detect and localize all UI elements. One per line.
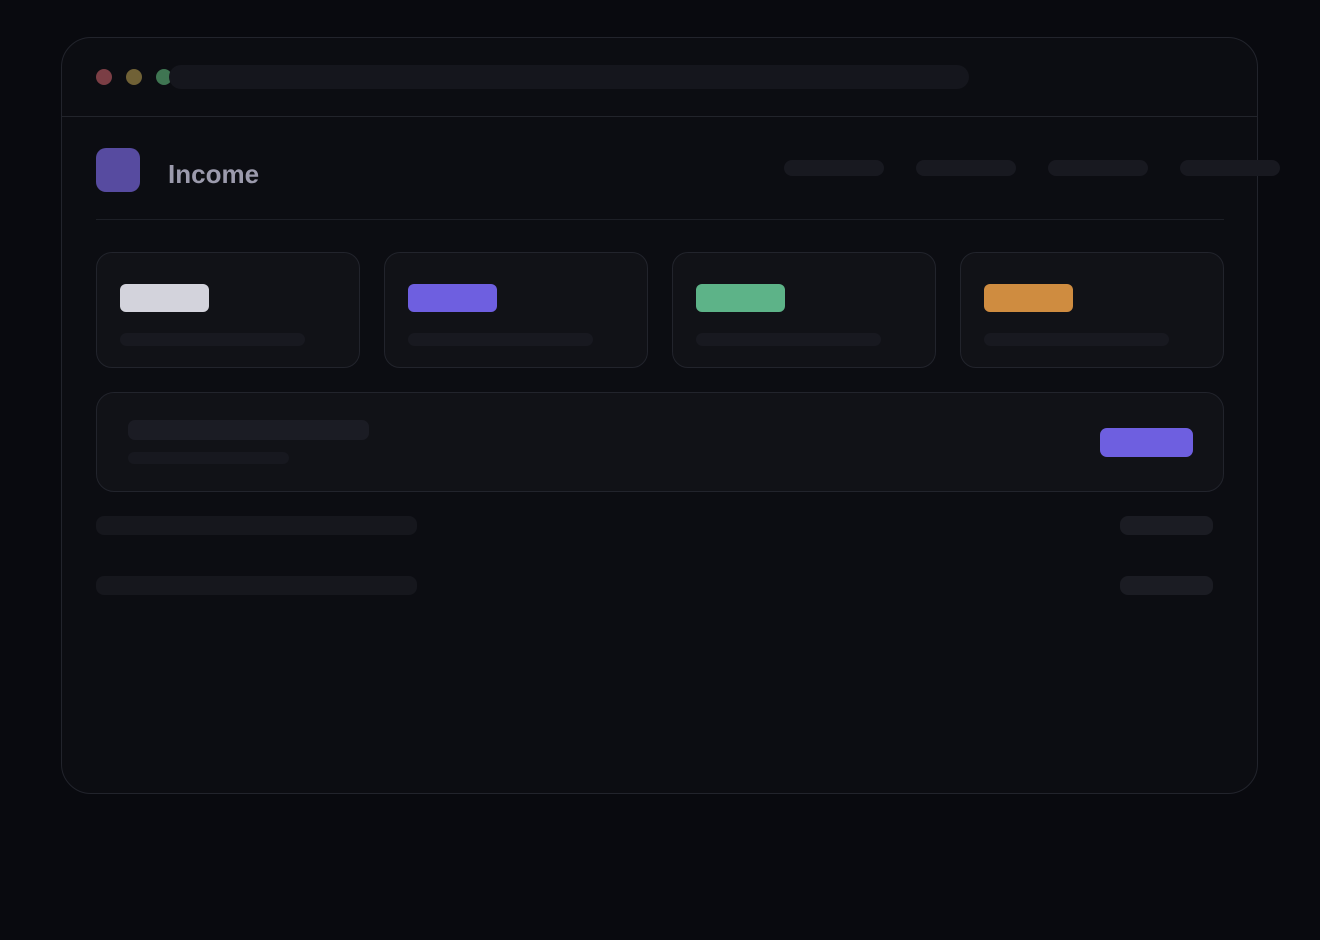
list-row-label	[96, 516, 417, 535]
minimize-window-button[interactable]	[126, 69, 142, 85]
stat-card	[96, 252, 360, 368]
stat-card	[672, 252, 936, 368]
stat-caption	[984, 333, 1169, 346]
address-bar[interactable]	[169, 65, 969, 89]
stat-caption	[408, 333, 593, 346]
page-title: Income	[168, 159, 260, 189]
stat-card	[960, 252, 1224, 368]
banner-title	[128, 420, 369, 440]
summary-banner	[96, 392, 1224, 492]
stat-value	[408, 284, 497, 312]
window-titlebar	[62, 38, 1257, 117]
list-row-value	[1120, 576, 1213, 595]
list-row-value	[1120, 516, 1213, 535]
nav-item-2[interactable]	[916, 160, 1016, 176]
nav-item-1[interactable]	[784, 160, 884, 176]
stat-value	[984, 284, 1073, 312]
banner-subtitle	[128, 452, 289, 464]
stat-value	[696, 284, 785, 312]
stat-card	[384, 252, 648, 368]
stat-caption	[696, 333, 881, 346]
close-window-button[interactable]	[96, 69, 112, 85]
list-row-label	[96, 576, 417, 595]
stat-value	[120, 284, 209, 312]
nav-item-3[interactable]	[1048, 160, 1148, 176]
banner-action-button[interactable]	[1100, 428, 1193, 457]
stat-caption	[120, 333, 305, 346]
nav-item-4[interactable]	[1180, 160, 1280, 176]
header-divider	[96, 219, 1224, 220]
app-logo-icon	[96, 148, 140, 192]
